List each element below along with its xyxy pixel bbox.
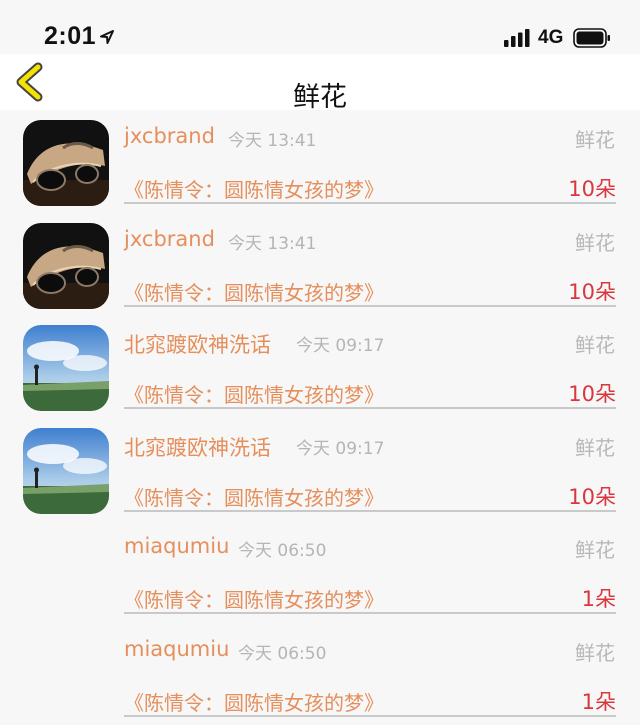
user-name[interactable]: jxcbrand: [124, 124, 215, 148]
status-bar: 2:01 4G: [0, 0, 640, 54]
work-title-link[interactable]: 《陈情令：圆陈情女孩的梦》: [124, 482, 384, 511]
status-time: 2:01: [44, 22, 96, 51]
list-item[interactable]: 北窕踱欧神洗话 今天 09:17 鲜花 《陈情令：圆陈情女孩的梦》 10朵: [0, 315, 640, 418]
record-time: 今天 09:17: [296, 331, 384, 356]
gift-type: 鲜花: [575, 227, 615, 256]
list-item[interactable]: jxcbrand 今天 13:41 鲜花 《陈情令：圆陈情女孩的梦》 10朵: [0, 213, 640, 316]
gift-type: 鲜花: [575, 124, 615, 153]
avatar[interactable]: [23, 428, 109, 514]
flower-count: 10朵: [568, 378, 616, 408]
work-title-link[interactable]: 《陈情令：圆陈情女孩的梦》: [124, 277, 384, 306]
record-time: 今天 09:17: [296, 434, 384, 459]
divider: [124, 202, 616, 204]
work-title-link[interactable]: 《陈情令：圆陈情女孩的梦》: [124, 584, 384, 613]
battery-icon: [573, 28, 611, 48]
work-title-link[interactable]: 《陈情令：圆陈情女孩的梦》: [124, 174, 384, 203]
divider: [124, 305, 616, 307]
location-arrow-icon: [99, 29, 115, 45]
record-time: 今天 06:50: [238, 639, 326, 664]
list-item[interactable]: miaqumiu 今天 06:50 鲜花 《陈情令：圆陈情女孩的梦》 1朵: [0, 520, 640, 623]
user-name[interactable]: miaqumiu: [124, 534, 229, 558]
user-name[interactable]: jxcbrand: [124, 227, 215, 251]
flower-count: 1朵: [582, 686, 616, 716]
gift-type: 鲜花: [575, 534, 615, 563]
list-item[interactable]: miaqumiu 今天 06:50 鲜花 《陈情令：圆陈情女孩的梦》 1朵: [0, 623, 640, 725]
divider: [124, 715, 616, 717]
flower-count: 1朵: [582, 583, 616, 613]
user-name[interactable]: 北窕踱欧神洗话: [124, 329, 271, 359]
work-title-link[interactable]: 《陈情令：圆陈情女孩的梦》: [124, 687, 384, 716]
record-time: 今天 13:41: [228, 126, 316, 151]
user-name[interactable]: 北窕踱欧神洗话: [124, 432, 271, 462]
page-title: 鲜花: [0, 75, 640, 114]
flower-count: 10朵: [568, 481, 616, 511]
divider: [124, 407, 616, 409]
avatar[interactable]: [23, 325, 109, 411]
record-time: 今天 13:41: [228, 229, 316, 254]
avatar[interactable]: [23, 120, 109, 206]
gift-type: 鲜花: [575, 329, 615, 358]
flower-count: 10朵: [568, 173, 616, 203]
divider: [124, 510, 616, 512]
gift-type: 鲜花: [575, 432, 615, 461]
divider: [124, 612, 616, 614]
work-title-link[interactable]: 《陈情令：圆陈情女孩的梦》: [124, 379, 384, 408]
network-type: 4G: [538, 27, 563, 49]
cellular-signal-icon: [504, 29, 530, 47]
flower-count: 10朵: [568, 276, 616, 306]
flower-records-list: jxcbrand 今天 13:41 鲜花 《陈情令：圆陈情女孩的梦》 10朵 j…: [0, 110, 640, 725]
list-item[interactable]: 北窕踱欧神洗话 今天 09:17 鲜花 《陈情令：圆陈情女孩的梦》 10朵: [0, 418, 640, 521]
avatar[interactable]: [23, 223, 109, 309]
record-time: 今天 06:50: [238, 536, 326, 561]
user-name[interactable]: miaqumiu: [124, 637, 229, 661]
list-item[interactable]: jxcbrand 今天 13:41 鲜花 《陈情令：圆陈情女孩的梦》 10朵: [0, 110, 640, 213]
gift-type: 鲜花: [575, 637, 615, 666]
